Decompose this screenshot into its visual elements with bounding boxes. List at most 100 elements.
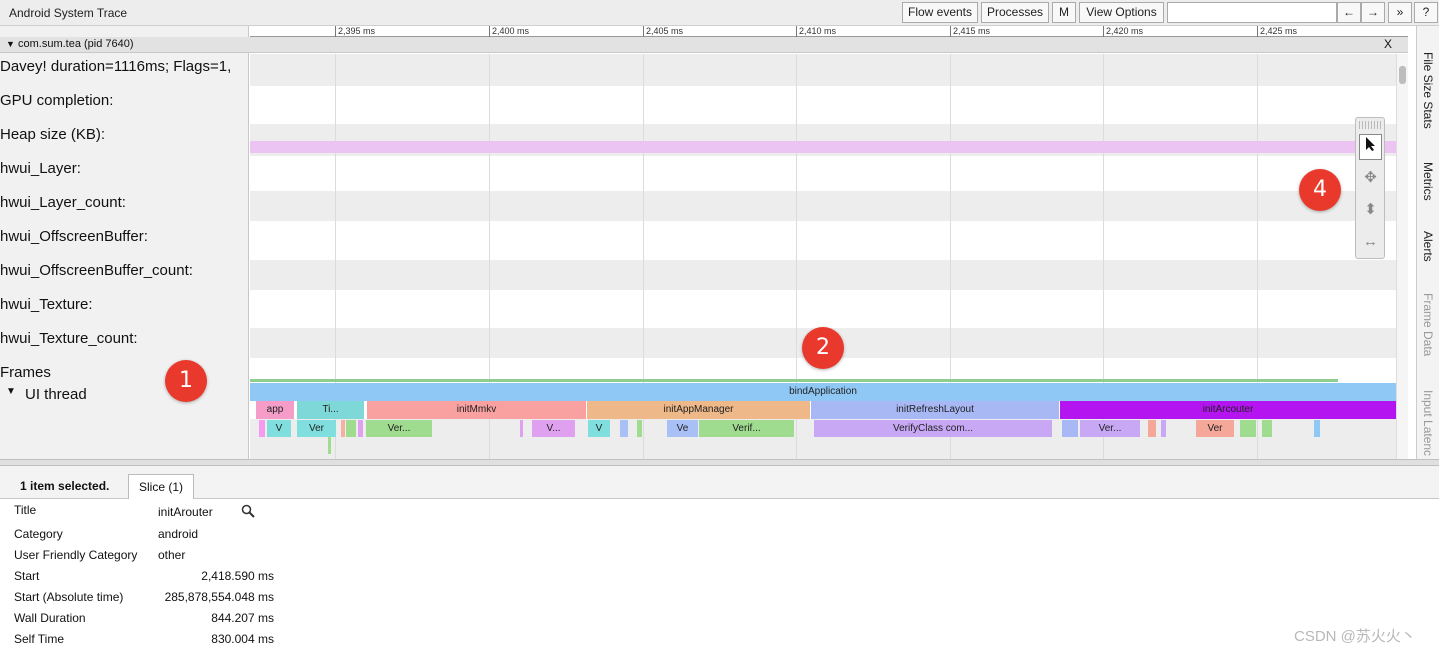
- track-label-davey[interactable]: Davey! duration=1116ms; Flags=1,: [0, 58, 246, 75]
- track-label-frames[interactable]: Frames: [0, 364, 246, 381]
- slice-verify[interactable]: Ver...: [1080, 420, 1140, 437]
- prop-title-value: initArouter: [158, 505, 213, 519]
- slice-init-app-manager[interactable]: initAppManager: [587, 401, 810, 419]
- tab-alerts[interactable]: Alerts: [1421, 231, 1435, 262]
- flow-events-button[interactable]: Flow events: [902, 2, 978, 23]
- slice-verify[interactable]: V...: [532, 420, 575, 437]
- expand-button[interactable]: »: [1388, 2, 1412, 23]
- slice-verify[interactable]: Ver: [297, 420, 336, 437]
- slice-sliver[interactable]: [328, 437, 331, 454]
- slice-verify[interactable]: V: [267, 420, 291, 437]
- prop-start-key: Start: [14, 569, 40, 583]
- slice-sliver[interactable]: [346, 420, 356, 437]
- slice-sliver[interactable]: [637, 420, 642, 437]
- ruler-tick-label: 2,405 ms: [646, 26, 684, 36]
- selection-count: 1 item selected.: [20, 479, 110, 493]
- tab-metrics[interactable]: Metrics: [1421, 162, 1435, 201]
- prop-abs-start-value: 285,878,554.048 ms: [164, 590, 274, 604]
- mouse-mode-selector[interactable]: ✥ ⬍ ↔: [1355, 117, 1385, 259]
- search-icon[interactable]: [241, 504, 255, 521]
- ruler-tick-label: 2,395 ms: [338, 26, 376, 36]
- process-header[interactable]: ▼ com.sum.tea (pid 7640) X: [0, 37, 1408, 53]
- tab-slice[interactable]: Slice (1): [128, 474, 195, 499]
- slice-verify[interactable]: V: [588, 420, 610, 437]
- track-label-hwui-texture-count[interactable]: hwui_Texture_count:: [0, 330, 246, 347]
- row-band: [250, 191, 1396, 221]
- prop-self-time-value: 830.004 ms: [211, 632, 274, 646]
- slice-init-refresh-layout[interactable]: initRefreshLayout: [811, 401, 1059, 419]
- prop-wall-duration-key: Wall Duration: [14, 611, 86, 625]
- find-input[interactable]: [1167, 2, 1337, 23]
- slice-sliver[interactable]: [1062, 420, 1078, 437]
- slice-ti[interactable]: Ti...: [297, 401, 364, 419]
- find-next-button[interactable]: →: [1361, 2, 1385, 23]
- slice-sliver[interactable]: [620, 420, 628, 437]
- timeline-ruler[interactable]: 2,395 ms 2,400 ms 2,405 ms 2,410 ms 2,41…: [250, 26, 1408, 37]
- row-band: [250, 54, 1396, 86]
- track-label-hwui-offscreen[interactable]: hwui_OffscreenBuffer:: [0, 228, 246, 245]
- prop-ufc-value: other: [158, 548, 186, 562]
- pan-icon[interactable]: ✥: [1359, 165, 1382, 191]
- timing-icon[interactable]: ↔: [1359, 229, 1382, 255]
- slice-verify-class[interactable]: VerifyClass com...: [814, 420, 1052, 437]
- slice-verify[interactable]: Ve: [667, 420, 698, 437]
- analysis-panel: 1 item selected. Slice (1) Title initAro…: [0, 466, 1439, 652]
- processes-button[interactable]: Processes: [981, 2, 1049, 23]
- track-scrollbar[interactable]: [1396, 54, 1408, 459]
- scrollbar-thumb[interactable]: [1399, 66, 1406, 84]
- slice-verify[interactable]: Ver...: [366, 420, 432, 437]
- track-label-hwui-layer-count[interactable]: hwui_Layer_count:: [0, 194, 246, 211]
- annotation-marker-4: 4: [1299, 169, 1341, 211]
- slice-sliver[interactable]: [1148, 420, 1156, 437]
- slice-sliver[interactable]: [358, 420, 363, 437]
- slice-app[interactable]: app: [256, 401, 294, 419]
- find-previous-button[interactable]: ←: [1337, 2, 1361, 23]
- side-panel-tabs: File Size Stats Metrics Alerts Frame Dat…: [1416, 26, 1439, 459]
- slice-sliver[interactable]: [1314, 420, 1320, 437]
- drag-handle-icon[interactable]: [1359, 121, 1381, 129]
- slice-init-mmkv[interactable]: initMmkv: [367, 401, 586, 419]
- prop-category-key: Category: [14, 527, 63, 541]
- slice-sliver[interactable]: [341, 420, 345, 437]
- analysis-header: 1 item selected. Slice (1): [0, 466, 1439, 499]
- ruler-tick-label: 2,410 ms: [799, 26, 837, 36]
- tab-frame-data[interactable]: Frame Data: [1421, 293, 1435, 356]
- close-process-button[interactable]: X: [1384, 37, 1392, 51]
- annotation-marker-2: 2: [802, 327, 844, 369]
- frames-bar[interactable]: [250, 379, 1338, 382]
- track-label-hwui-offscreen-count[interactable]: hwui_OffscreenBuffer_count:: [0, 262, 246, 279]
- ruler-tick-label: 2,425 ms: [1260, 26, 1298, 36]
- track-area[interactable]: bindApplication app Ti... initMmkv initA…: [250, 54, 1396, 459]
- prop-abs-start-key: Start (Absolute time): [14, 590, 124, 604]
- slice-sliver[interactable]: [1161, 420, 1166, 437]
- help-button[interactable]: ?: [1414, 2, 1438, 23]
- slice-verify[interactable]: Ver: [1196, 420, 1234, 437]
- top-toolbar: Android System Trace Flow events Process…: [0, 0, 1439, 26]
- collapse-triangle-icon[interactable]: ▼: [6, 39, 15, 49]
- row-band: [250, 260, 1396, 290]
- selection-icon[interactable]: [1359, 134, 1382, 160]
- panel-splitter[interactable]: [0, 459, 1439, 466]
- slice-sliver[interactable]: [520, 420, 523, 437]
- prop-self-time-key: Self Time: [14, 632, 65, 646]
- slice-bind-application[interactable]: bindApplication: [250, 383, 1396, 401]
- process-name: com.sum.tea (pid 7640): [18, 38, 134, 50]
- track-label-hwui-layer[interactable]: hwui_Layer:: [0, 160, 246, 177]
- slice-sliver[interactable]: [259, 420, 265, 437]
- slice-sliver[interactable]: [1240, 420, 1256, 437]
- m-button[interactable]: M: [1052, 2, 1076, 23]
- track-label-gpu-completion[interactable]: GPU completion:: [0, 92, 246, 109]
- prop-category-value: android: [158, 527, 199, 541]
- track-label-heap-size[interactable]: Heap size (KB):: [0, 126, 246, 143]
- prop-wall-duration-value: 844.207 ms: [211, 611, 274, 625]
- slice-init-arouter[interactable]: initArcouter: [1060, 401, 1396, 419]
- tab-file-size-stats[interactable]: File Size Stats: [1421, 52, 1435, 129]
- track-label-panel: Davey! duration=1116ms; Flags=1, GPU com…: [0, 26, 249, 459]
- slice-sliver[interactable]: [1262, 420, 1272, 437]
- slice-verify[interactable]: Verif...: [699, 420, 794, 437]
- zoom-icon[interactable]: ⬍: [1359, 197, 1382, 223]
- tab-input-latency[interactable]: Input Latenc: [1421, 390, 1435, 456]
- track-label-hwui-texture[interactable]: hwui_Texture:: [0, 296, 246, 313]
- view-options-button[interactable]: View Options: [1079, 2, 1164, 23]
- heap-size-counter[interactable]: [250, 141, 1396, 153]
